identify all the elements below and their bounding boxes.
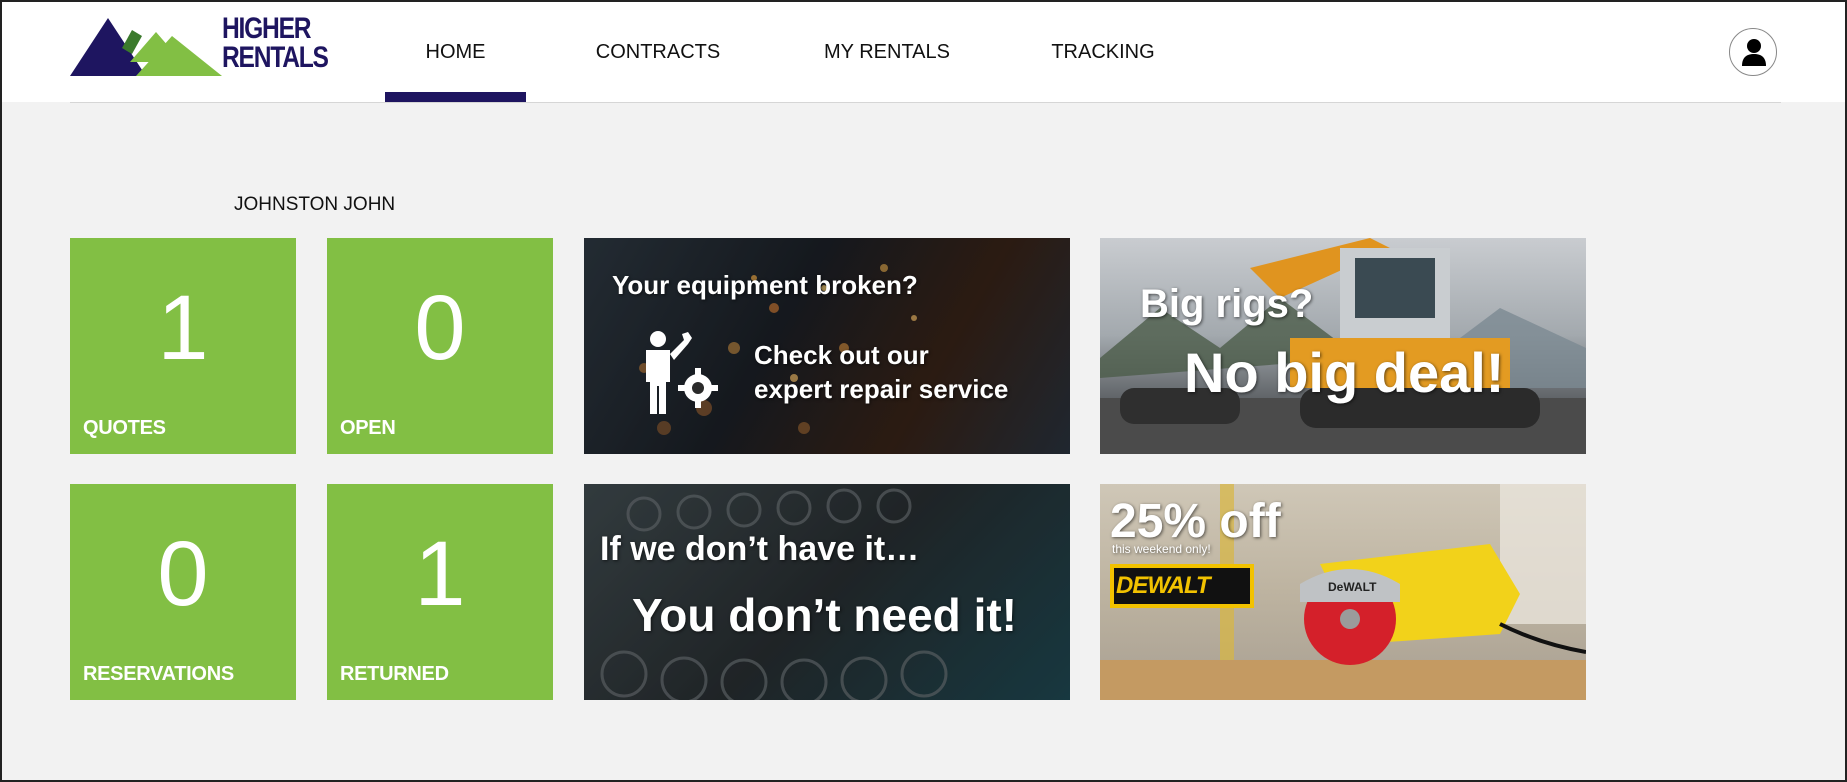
open-count: 0 — [414, 277, 466, 379]
dewalt-logo-text: DEWALT — [1116, 572, 1211, 599]
repair-line-2: expert repair service — [754, 374, 1009, 404]
big-rigs-banner[interactable]: Big rigs? No big deal! — [1100, 238, 1586, 454]
logo-text: HIGHER RENTALS — [222, 12, 329, 74]
dewalt-logo: DEWALT — [1110, 564, 1254, 608]
repair-text: Check out our expert repair service — [754, 338, 1008, 406]
tab-contracts[interactable]: CONTRACTS — [580, 2, 736, 102]
quotes-tile[interactable]: 1 QUOTES — [70, 238, 296, 454]
tools-line-2: You don’t need it! — [632, 589, 1017, 641]
returned-count: 1 — [414, 523, 466, 625]
quotes-label: QUOTES — [83, 417, 166, 439]
mountain-logo-icon — [70, 18, 222, 76]
repair-headline: Your equipment broken? — [612, 270, 918, 300]
reservations-tile[interactable]: 0 RESERVATIONS — [70, 484, 296, 700]
tab-tracking[interactable]: TRACKING — [1038, 2, 1168, 102]
tools-line-1: If we don’t have it… — [600, 530, 920, 568]
logo-line-1: HIGHER — [222, 12, 312, 45]
repair-service-banner[interactable]: Your equipment broken? Check out our exp… — [584, 238, 1070, 454]
quotes-count: 1 — [157, 277, 209, 379]
user-avatar-button[interactable] — [1729, 28, 1777, 76]
saw-brand-label: DeWALT — [1328, 580, 1377, 594]
rigs-line-1: Big rigs? — [1140, 282, 1314, 326]
rigs-line-2: No big deal! — [1184, 341, 1505, 404]
dewalt-promo-banner[interactable]: 25% off this weekend only! DEWALT DeWALT — [1100, 484, 1586, 700]
open-tile[interactable]: 0 OPEN — [327, 238, 553, 454]
promo-subline: this weekend only! — [1112, 542, 1211, 556]
tab-my-rentals[interactable]: MY RENTALS — [807, 2, 967, 102]
logo-line-2: RENTALS — [222, 41, 329, 74]
returned-tile[interactable]: 1 RETURNED — [327, 484, 553, 700]
tab-home[interactable]: HOME — [385, 2, 526, 102]
user-icon — [1742, 39, 1766, 66]
mechanic-gear-icon — [646, 331, 718, 414]
top-header: HIGHER RENTALS HOME CONTRACTS MY RENTALS… — [2, 2, 1845, 102]
returned-label: RETURNED — [340, 663, 449, 685]
tools-banner[interactable]: If we don’t have it… You don’t need it! — [584, 484, 1070, 700]
promo-headline: 25% off — [1110, 495, 1281, 548]
reservations-label: RESERVATIONS — [83, 663, 234, 685]
repair-line-1: Check out our — [754, 340, 929, 370]
reservations-count: 0 — [157, 523, 209, 625]
user-name: JOHNSTON JOHN — [234, 194, 396, 215]
header-divider — [70, 102, 1781, 103]
open-label: OPEN — [340, 417, 396, 439]
higher-rentals-logo[interactable]: HIGHER RENTALS — [70, 14, 332, 78]
